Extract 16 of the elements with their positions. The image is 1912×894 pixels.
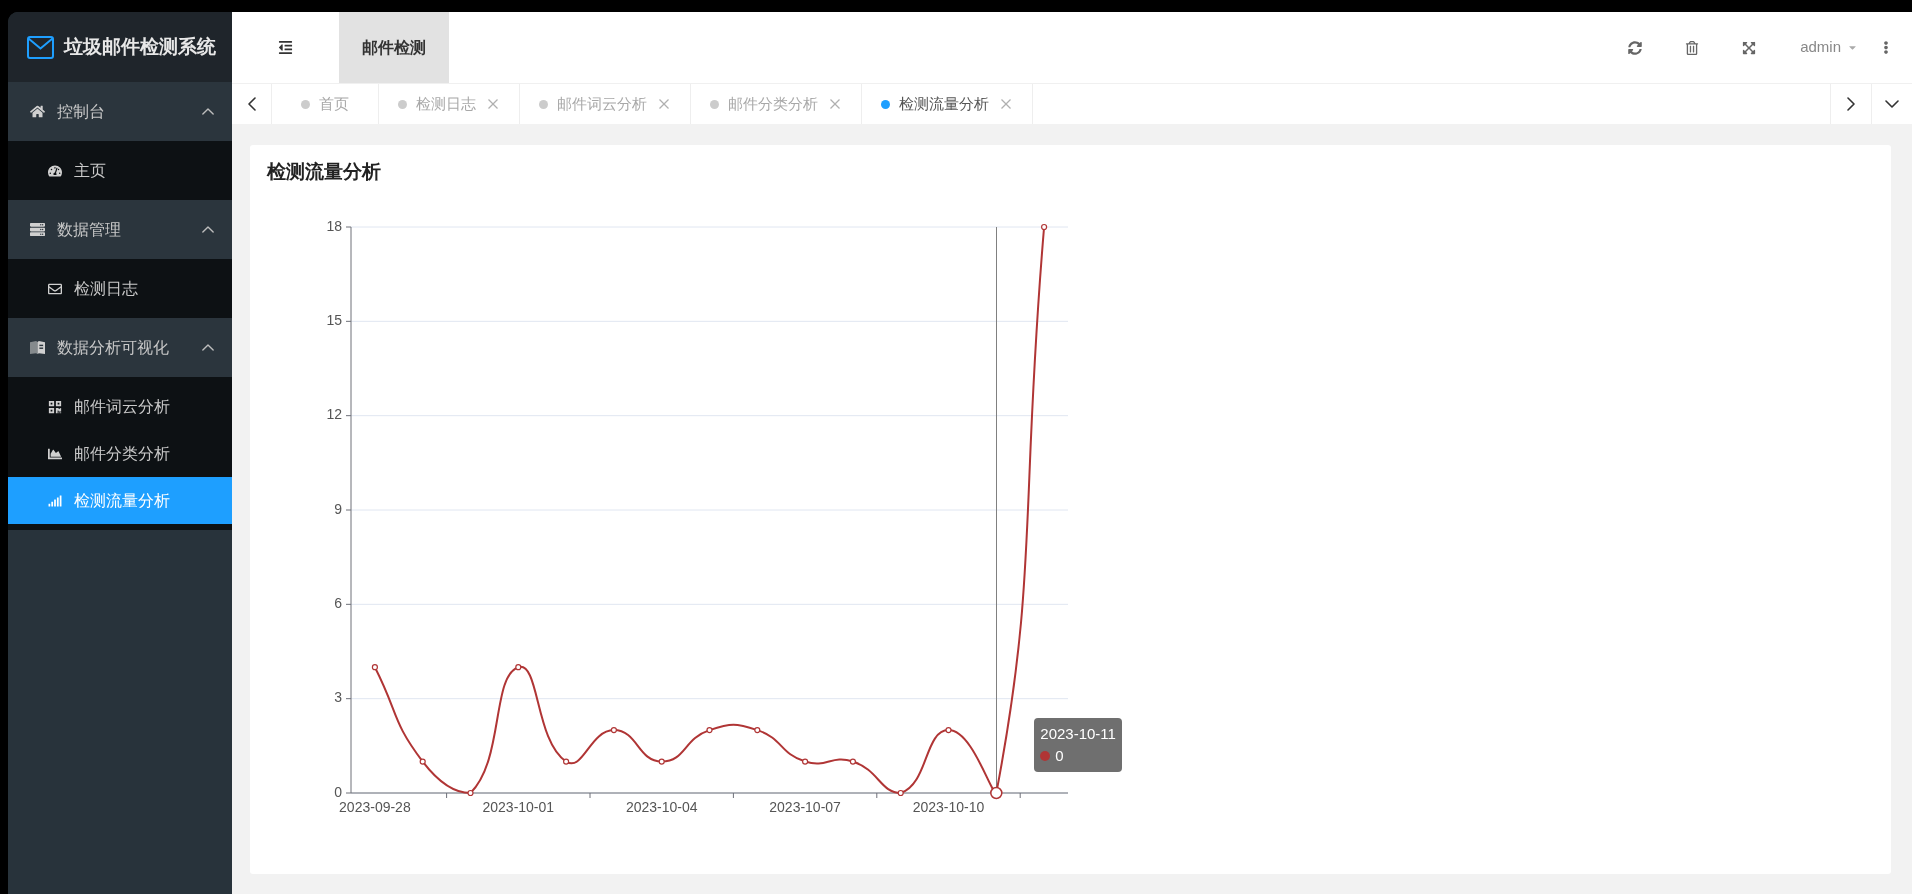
axis-label: 2023-10-01 — [482, 798, 555, 815]
axis-label: 0 — [334, 783, 342, 800]
axis-label: 18 — [326, 217, 342, 234]
app-title: 垃圾邮件检测系统 — [64, 34, 216, 59]
axis-label: 2023-10-07 — [769, 798, 841, 815]
axis-label: 2023-10-04 — [625, 798, 698, 815]
axis-label: 12 — [326, 406, 342, 423]
axis-label: 2023-09-28 — [339, 798, 411, 815]
tooltip-title: 2023-10-11 — [1040, 724, 1116, 744]
axis-label: 3 — [334, 689, 342, 706]
axis-label: 6 — [334, 595, 342, 612]
axis-label: 2023-10-10 — [912, 798, 985, 815]
axis-label: 9 — [334, 500, 342, 517]
card-title: 检测流量分析 — [265, 160, 382, 184]
axis-label: 15 — [326, 312, 342, 329]
tooltip-value: 0 — [1055, 746, 1064, 766]
